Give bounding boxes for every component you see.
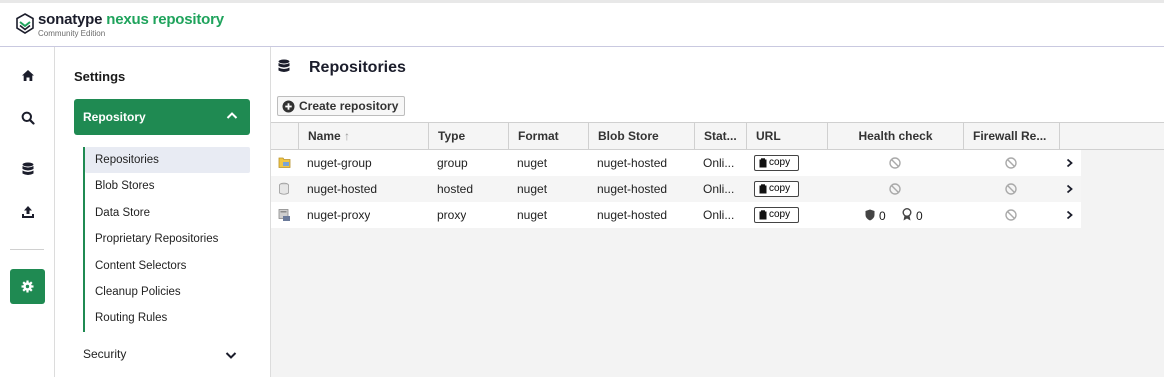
- column-header-status[interactable]: Stat...: [694, 123, 746, 149]
- column-header-type[interactable]: Type: [428, 123, 508, 149]
- copy-label: copy: [769, 209, 791, 220]
- chevron-right-icon[interactable]: [1066, 158, 1073, 168]
- repo-name[interactable]: nuget-proxy: [298, 202, 370, 228]
- repo-url-cell: copy: [746, 150, 827, 176]
- search-icon: [21, 111, 35, 125]
- repo-type: proxy: [437, 208, 467, 222]
- repo-blob-store: nuget-hosted: [597, 182, 668, 196]
- copy-url-button[interactable]: copy: [754, 207, 799, 223]
- chevron-up-icon: [226, 112, 238, 119]
- copy-url-button[interactable]: copy: [754, 155, 799, 171]
- chevron-down-icon[interactable]: [225, 351, 237, 360]
- edition-label: Community Edition: [38, 29, 106, 38]
- settings-item-proprietary-repositories[interactable]: Proprietary Repositories: [85, 226, 250, 252]
- repo-url-cell: copy: [746, 176, 827, 202]
- health-check-disabled-icon[interactable]: [889, 157, 901, 169]
- repo-status: Onli...: [703, 156, 735, 170]
- repo-type: group: [437, 156, 468, 170]
- upload-icon: [21, 205, 34, 218]
- create-repository-label: Create repository: [299, 99, 399, 113]
- health-check-disabled-icon[interactable]: [889, 183, 901, 195]
- rail-divider: [10, 249, 44, 250]
- create-repository-button[interactable]: Create repository: [277, 96, 406, 116]
- plus-circle-icon: [282, 100, 295, 112]
- license-issues-count: 0: [916, 209, 923, 223]
- column-header-health-check[interactable]: Health check: [827, 123, 963, 149]
- repo-name[interactable]: nuget-group: [298, 150, 372, 176]
- repository-group-header[interactable]: Repository: [74, 99, 250, 135]
- sonatype-logo-icon: [16, 13, 34, 34]
- column-header-firewall[interactable]: Firewall Re...: [963, 123, 1059, 149]
- column-header-blob-store[interactable]: Blob Store: [588, 123, 694, 149]
- column-header-format[interactable]: Format: [508, 123, 588, 149]
- repository-group-label: Repository: [83, 110, 146, 124]
- chevron-right-icon[interactable]: [1066, 184, 1073, 194]
- clipboard-icon: [759, 210, 767, 220]
- repo-blob-store: nuget-hosted: [597, 208, 668, 222]
- database-icon: [278, 59, 290, 72]
- column-header-name[interactable]: Name ↑: [298, 123, 428, 149]
- main-content: Repositories Create repository Name ↑ Ty…: [271, 47, 1164, 377]
- left-rail: [0, 47, 55, 377]
- repo-status: Onli...: [703, 182, 735, 196]
- hosted-repo-icon: [279, 182, 289, 195]
- page-header: Repositories Create repository: [271, 47, 1164, 122]
- copy-url-button[interactable]: copy: [754, 181, 799, 197]
- repo-format: nuget: [517, 208, 548, 222]
- gear-icon: [21, 280, 34, 293]
- brand-name[interactable]: sonatype nexus repository: [38, 11, 224, 28]
- repo-format: nuget: [517, 182, 548, 196]
- security-issues-count: 0: [879, 209, 886, 223]
- settings-item-blob-stores[interactable]: Blob Stores: [85, 173, 250, 199]
- settings-item-routing-rules[interactable]: Routing Rules: [85, 305, 250, 331]
- repo-format: nuget: [517, 156, 548, 170]
- home-icon: [21, 70, 34, 81]
- browse-button[interactable]: [10, 151, 45, 186]
- table-row[interactable]: nuget-proxy proxy nuget nuget-hosted Onl…: [271, 202, 1081, 228]
- security-group-label[interactable]: Security: [83, 347, 126, 361]
- shield-icon[interactable]: [865, 209, 875, 221]
- repo-blob-store: nuget-hosted: [597, 156, 668, 170]
- brand-part2: nexus repository: [106, 11, 224, 28]
- settings-panel: Settings Repository Repositories Blob St…: [55, 47, 271, 377]
- settings-button[interactable]: [10, 269, 45, 304]
- settings-title: Settings: [74, 69, 126, 84]
- clipboard-icon: [759, 184, 767, 194]
- firewall-disabled-icon[interactable]: [1005, 183, 1017, 195]
- column-header-name-label: Name: [308, 129, 341, 143]
- database-icon: [22, 162, 33, 175]
- repo-status: Onli...: [703, 208, 735, 222]
- firewall-disabled-icon[interactable]: [1005, 209, 1017, 221]
- column-header-url[interactable]: URL: [746, 123, 827, 149]
- column-divider: [1059, 123, 1060, 149]
- chevron-right-icon[interactable]: [1066, 210, 1073, 220]
- group-repo-icon: [278, 157, 291, 168]
- firewall-disabled-icon[interactable]: [1005, 157, 1017, 169]
- settings-item-repositories[interactable]: Repositories: [85, 147, 250, 174]
- copy-label: copy: [769, 157, 791, 168]
- repository-sub-list: Repositories Blob Stores Data Store Prop…: [83, 147, 250, 332]
- brand-part1: sonatype: [38, 11, 103, 28]
- settings-item-cleanup-policies[interactable]: Cleanup Policies: [85, 279, 250, 305]
- table-row[interactable]: nuget-group group nuget nuget-hosted Onl…: [271, 150, 1081, 176]
- grid-header: Name ↑ Type Format Blob Store Stat... UR…: [271, 122, 1164, 150]
- settings-item-content-selectors[interactable]: Content Selectors: [85, 253, 250, 279]
- upload-button[interactable]: [10, 194, 45, 229]
- repo-name[interactable]: nuget-hosted: [298, 176, 377, 202]
- page-title: Repositories: [309, 59, 406, 76]
- copy-label: copy: [769, 183, 791, 194]
- license-ribbon-icon[interactable]: [902, 208, 912, 221]
- top-bar: sonatype nexus repository Community Edit…: [0, 0, 1164, 47]
- proxy-repo-icon: [278, 209, 290, 221]
- search-button[interactable]: [10, 100, 45, 135]
- home-button[interactable]: [10, 58, 45, 93]
- sort-ascending-icon: ↑: [344, 129, 351, 143]
- repo-url-cell: copy: [746, 202, 827, 228]
- repo-type: hosted: [437, 182, 474, 196]
- settings-item-data-store[interactable]: Data Store: [85, 200, 250, 226]
- repositories-grid: Name ↑ Type Format Blob Store Stat... UR…: [271, 122, 1164, 228]
- table-row[interactable]: nuget-hosted hosted nuget nuget-hosted O…: [271, 176, 1081, 202]
- clipboard-icon: [759, 158, 767, 168]
